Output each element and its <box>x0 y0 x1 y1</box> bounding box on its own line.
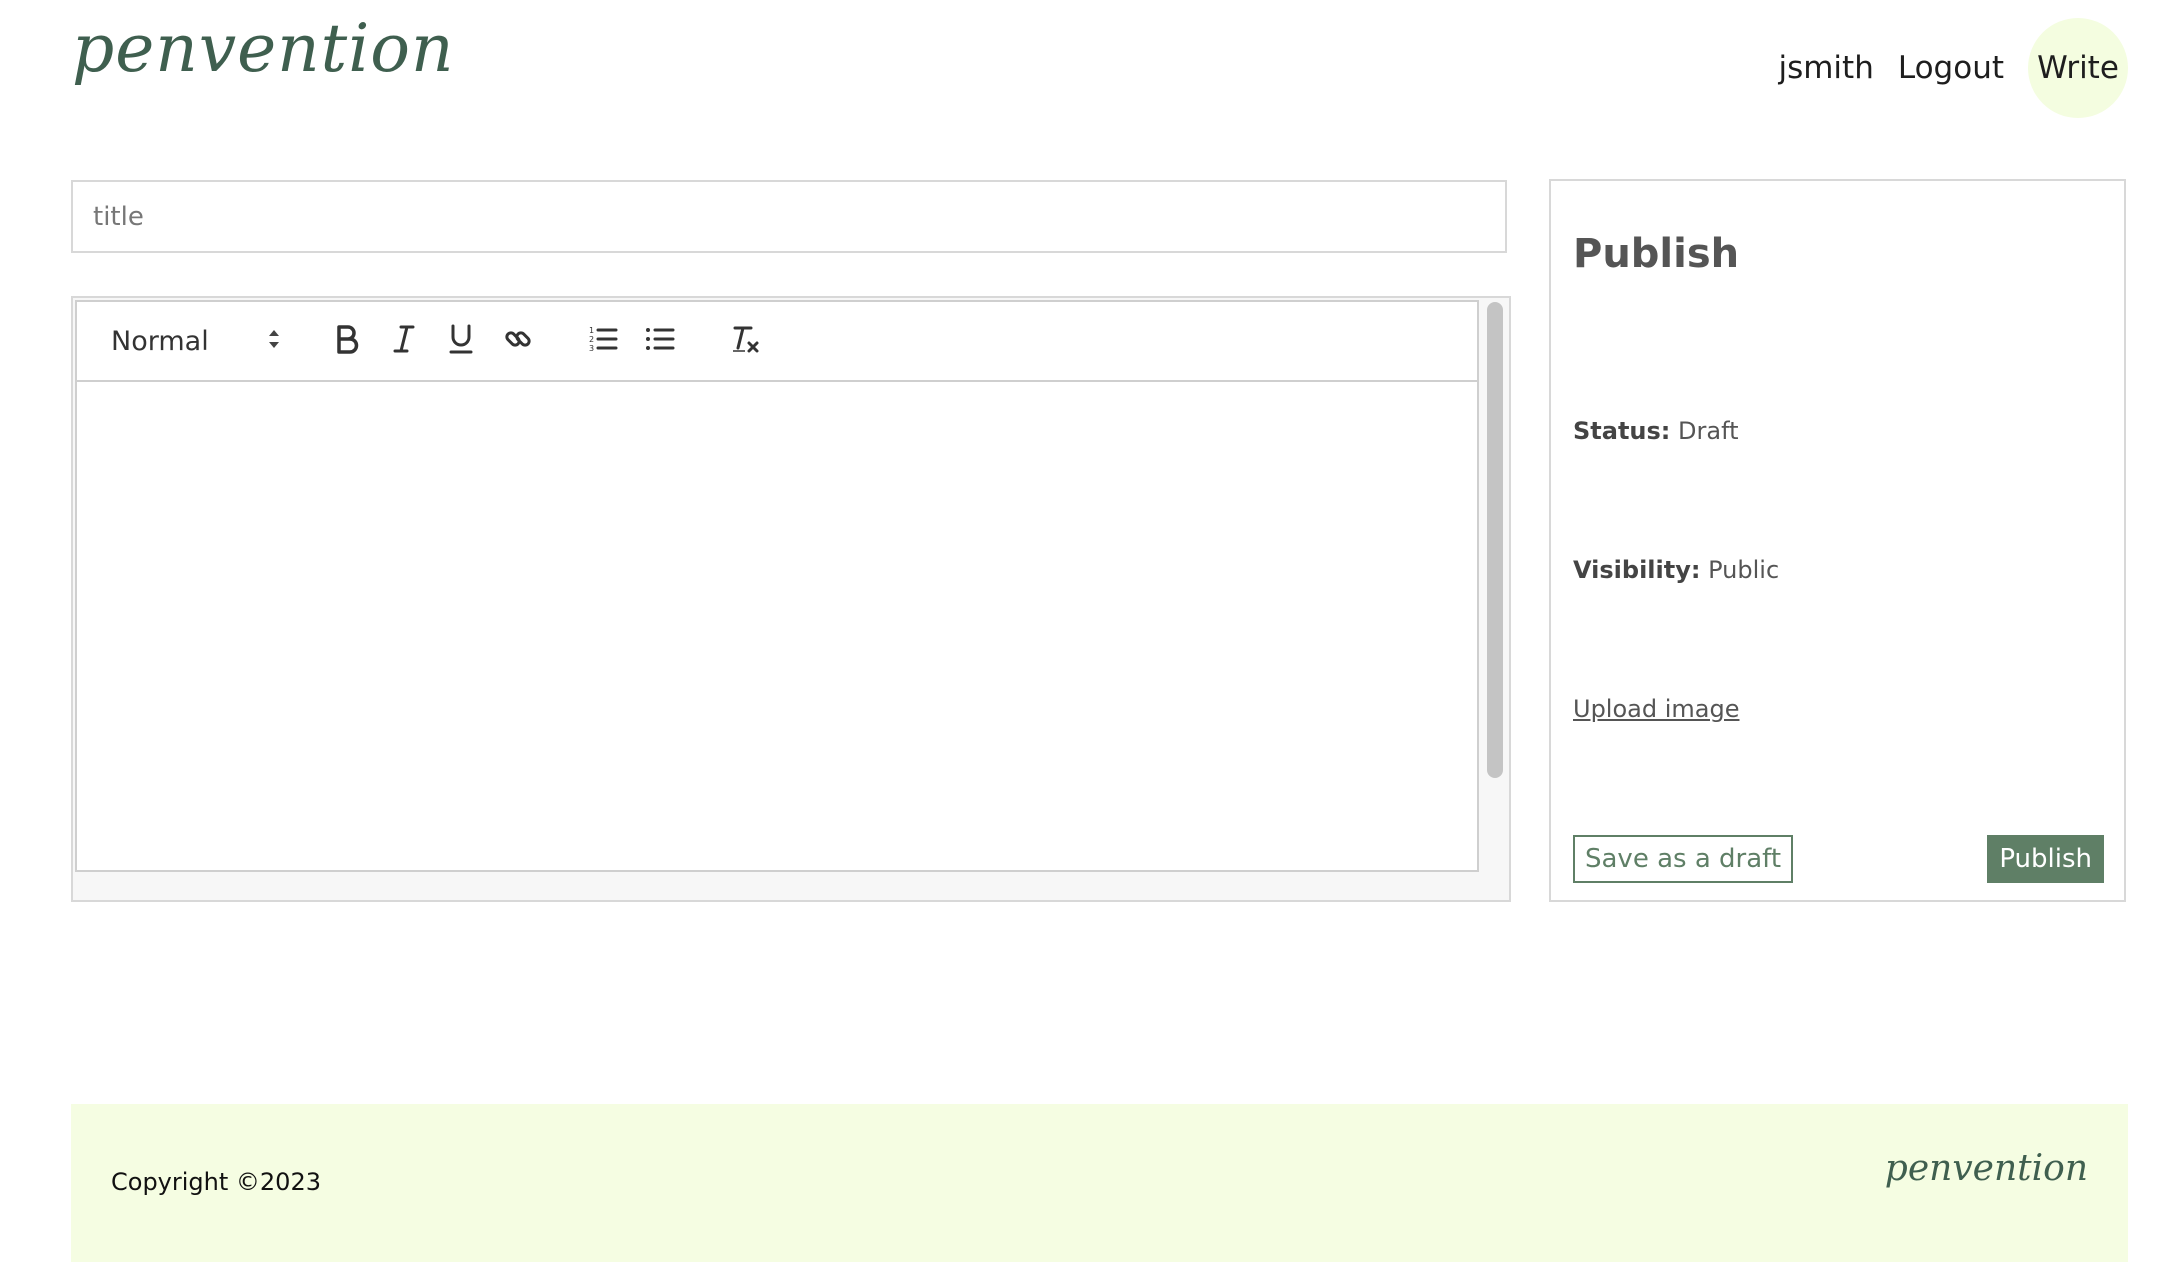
top-nav: jsmith Logout Write <box>1778 18 2128 118</box>
bullet-list-icon <box>645 324 675 359</box>
clear-format-icon <box>729 323 761 360</box>
svg-text:2: 2 <box>589 335 594 344</box>
underline-button[interactable] <box>441 321 481 361</box>
footer-logo: penvention <box>1884 1148 2088 1189</box>
ordered-list-button[interactable]: 123 <box>583 321 623 361</box>
visibility-label: Visibility: <box>1573 556 1701 584</box>
format-select-value: Normal <box>111 325 209 357</box>
nav-logout[interactable]: Logout <box>1898 50 2004 86</box>
status-row: Status: Draft <box>1573 417 1739 445</box>
ordered-list-icon: 123 <box>588 324 618 359</box>
editor-scrollbar[interactable] <box>1487 302 1503 778</box>
select-arrows-icon <box>267 326 281 357</box>
status-label: Status: <box>1573 417 1671 445</box>
status-value: Draft <box>1678 417 1739 445</box>
svg-text:1: 1 <box>589 326 594 335</box>
save-draft-button[interactable]: Save as a draft <box>1573 835 1794 883</box>
bullet-list-button[interactable] <box>640 321 680 361</box>
bold-icon <box>334 324 360 359</box>
editor-toolbar: Normal 1 2 3 <box>77 302 1477 382</box>
title-input[interactable] <box>71 180 1507 253</box>
svg-text:3: 3 <box>589 344 594 353</box>
visibility-row: Visibility: Public <box>1573 556 1779 584</box>
underline-icon <box>448 323 474 360</box>
italic-icon <box>392 324 416 359</box>
link-icon <box>503 324 533 359</box>
footer-copyright: Copyright ©2023 <box>111 1168 321 1196</box>
italic-button[interactable] <box>384 321 424 361</box>
editor-container: Normal 1 2 3 <box>71 296 1511 902</box>
format-select[interactable]: Normal <box>111 326 281 357</box>
publish-panel: Publish Status: Draft Visibility: Public… <box>1549 179 2126 902</box>
upload-image-link[interactable]: Upload image <box>1573 695 1739 723</box>
footer: Copyright ©2023 penvention <box>71 1104 2128 1262</box>
publish-heading: Publish <box>1573 231 1740 277</box>
visibility-value: Public <box>1708 556 1780 584</box>
link-button[interactable] <box>498 321 538 361</box>
nav-write-button[interactable]: Write <box>2028 18 2128 118</box>
rich-text-editor: Normal 1 2 3 <box>75 300 1479 872</box>
bold-button[interactable] <box>327 321 367 361</box>
clear-format-button[interactable] <box>725 321 765 361</box>
site-logo[interactable]: penvention <box>72 10 455 87</box>
editor-body[interactable] <box>77 382 1477 870</box>
publish-button[interactable]: Publish <box>1987 835 2104 883</box>
nav-username[interactable]: jsmith <box>1778 50 1873 86</box>
